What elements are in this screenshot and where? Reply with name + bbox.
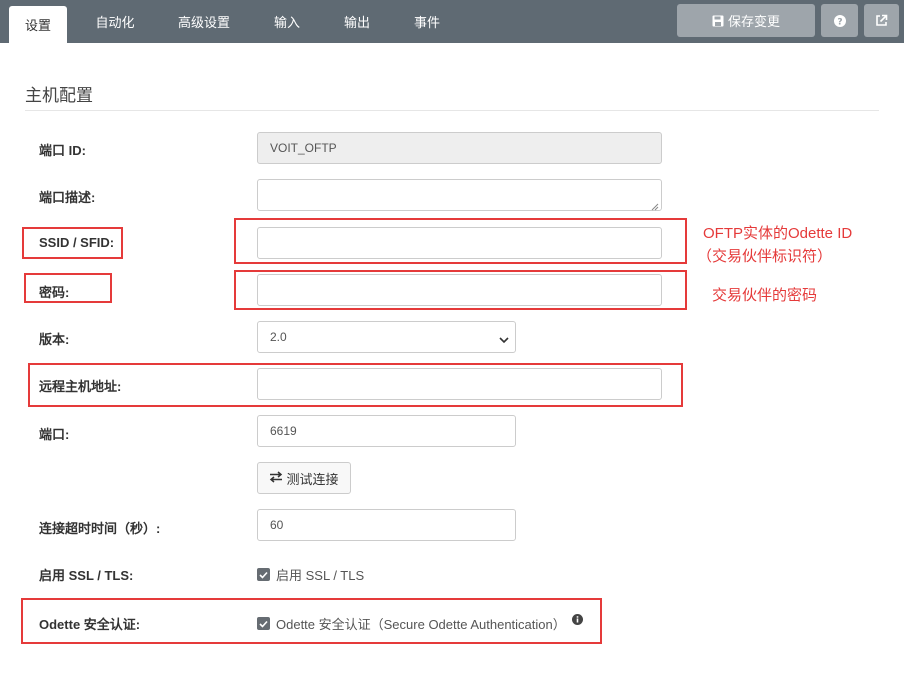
connection-timeout-value: 60: [270, 518, 284, 532]
tab-input[interactable]: 输入: [262, 0, 312, 43]
tab-output[interactable]: 输出: [332, 0, 382, 43]
save-changes-button[interactable]: 保存变更: [677, 4, 815, 37]
ssid-annotation-line2: （交易伙伴标识符）: [697, 248, 833, 265]
floppy-disk-icon: [712, 15, 724, 27]
ssid-annotation-line1: OFTP实体的Odette ID: [703, 225, 853, 242]
top-navigation-bar: 设置 自动化 高级设置 输入 输出 事件 保存变更 ?: [0, 0, 904, 43]
ssl-tls-checkbox[interactable]: [257, 568, 270, 581]
resize-grip-icon[interactable]: [651, 200, 659, 211]
connection-timeout-input[interactable]: 60: [257, 509, 516, 541]
version-select[interactable]: 2.0: [257, 321, 516, 353]
port-id-field: VOIT_OFTP: [257, 132, 662, 164]
swap-arrows-icon: [269, 470, 283, 486]
ssl-tls-checkbox-row: 启用 SSL / TLS: [257, 565, 364, 584]
highlight-ssid-label: [22, 227, 123, 259]
question-icon: ?: [833, 14, 846, 27]
tab-automation[interactable]: 自动化: [82, 0, 148, 43]
test-connection-button[interactable]: 测试连接: [257, 462, 351, 494]
external-link-icon: [875, 14, 888, 27]
version-value: 2.0: [270, 330, 287, 344]
ssl-tls-label: 启用 SSL / TLS:: [39, 568, 134, 583]
password-annotation: 交易伙伴的密码: [712, 287, 818, 304]
port-input[interactable]: 6619: [257, 415, 516, 447]
port-id-label: 端口 ID:: [39, 143, 86, 158]
port-description-label: 端口描述:: [39, 190, 96, 205]
help-button[interactable]: ?: [821, 4, 858, 37]
tab-events[interactable]: 事件: [402, 0, 452, 43]
port-label: 端口:: [39, 427, 70, 442]
tab-settings[interactable]: 设置: [9, 6, 67, 43]
tab-advanced-settings[interactable]: 高级设置: [166, 0, 242, 43]
version-label: 版本:: [39, 332, 70, 347]
connection-timeout-label: 连接超时时间（秒）:: [39, 521, 161, 536]
highlight-ssid-input: [234, 218, 687, 264]
checkmark-icon: [259, 571, 268, 579]
test-connection-label: 测试连接: [286, 471, 339, 487]
save-changes-label: 保存变更: [727, 14, 780, 29]
port-id-value: VOIT_OFTP: [270, 141, 337, 155]
open-external-button[interactable]: [864, 4, 899, 37]
ssl-tls-checkbox-label: 启用 SSL / TLS: [276, 568, 365, 583]
highlight-odette-auth: [21, 598, 602, 644]
section-divider: [25, 110, 879, 111]
section-title: 主机配置: [25, 86, 93, 105]
port-description-textarea[interactable]: [257, 179, 662, 211]
chevron-down-icon: [499, 333, 509, 347]
svg-text:?: ?: [837, 17, 842, 27]
highlight-remote-host: [28, 363, 683, 407]
highlight-password-input: [234, 270, 687, 310]
highlight-password-label: [24, 273, 112, 303]
port-value: 6619: [270, 424, 297, 438]
